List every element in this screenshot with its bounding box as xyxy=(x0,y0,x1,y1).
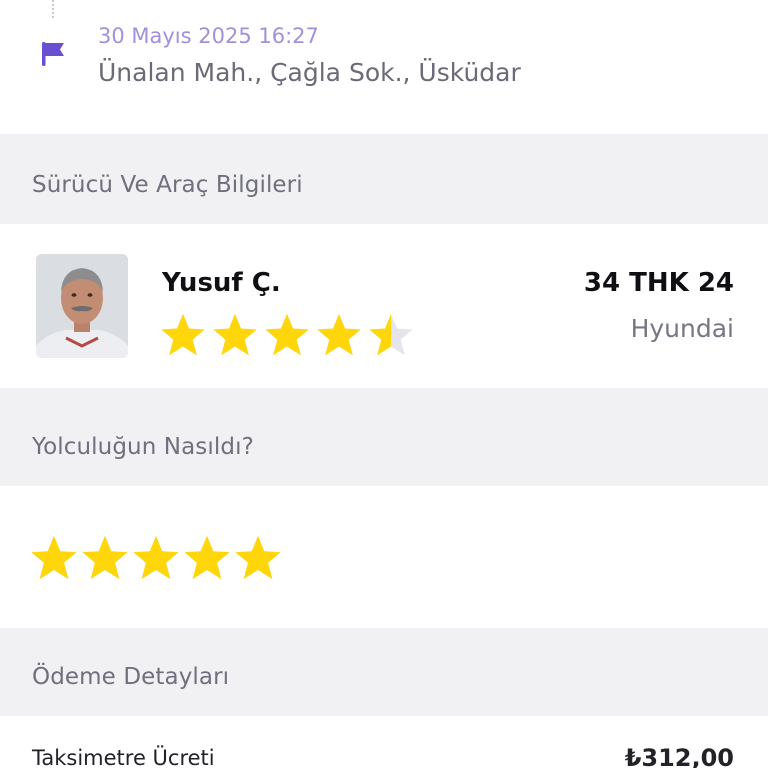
star-icon xyxy=(369,313,413,356)
taximeter-fare-label: Taksimetre Ücreti xyxy=(32,746,215,768)
dropoff-card: 30 Mayıs 2025 16:27 Ünalan Mah., Çağla S… xyxy=(0,0,768,134)
dropoff-time: 30 Mayıs 2025 16:27 xyxy=(98,24,319,48)
driver-section-title: Sürücü Ve Araç Bilgileri xyxy=(32,172,303,198)
driver-rating-stars xyxy=(160,312,420,358)
star-icon xyxy=(317,313,361,356)
star-icon[interactable] xyxy=(132,534,180,582)
driver-avatar xyxy=(36,254,128,358)
star-icon xyxy=(161,313,205,356)
star-icon[interactable] xyxy=(183,534,231,582)
car-brand: Hyundai xyxy=(630,314,734,343)
flag-icon xyxy=(42,42,64,66)
payment-section-title: Ödeme Detayları xyxy=(32,664,230,690)
trip-rating-header: Yolculuğun Nasıldı? xyxy=(0,388,768,486)
payment-section-header: Ödeme Detayları xyxy=(0,628,768,716)
star-icon xyxy=(213,313,257,356)
star-icon[interactable] xyxy=(81,534,129,582)
driver-name: Yusuf Ç. xyxy=(162,268,281,298)
star-icon[interactable] xyxy=(234,534,282,582)
trip-rating-stars[interactable] xyxy=(30,534,285,584)
star-icon[interactable] xyxy=(30,534,78,582)
taximeter-fare-value: ₺312,00 xyxy=(624,744,734,768)
route-dotted-line xyxy=(52,0,54,18)
dropoff-address: Ünalan Mah., Çağla Sok., Üsküdar xyxy=(98,58,521,87)
star-icon xyxy=(265,313,309,356)
license-plate: 34 THK 24 xyxy=(583,268,734,298)
driver-section-header: Sürücü Ve Araç Bilgileri xyxy=(0,134,768,224)
trip-rating-title: Yolculuğun Nasıldı? xyxy=(32,434,254,460)
